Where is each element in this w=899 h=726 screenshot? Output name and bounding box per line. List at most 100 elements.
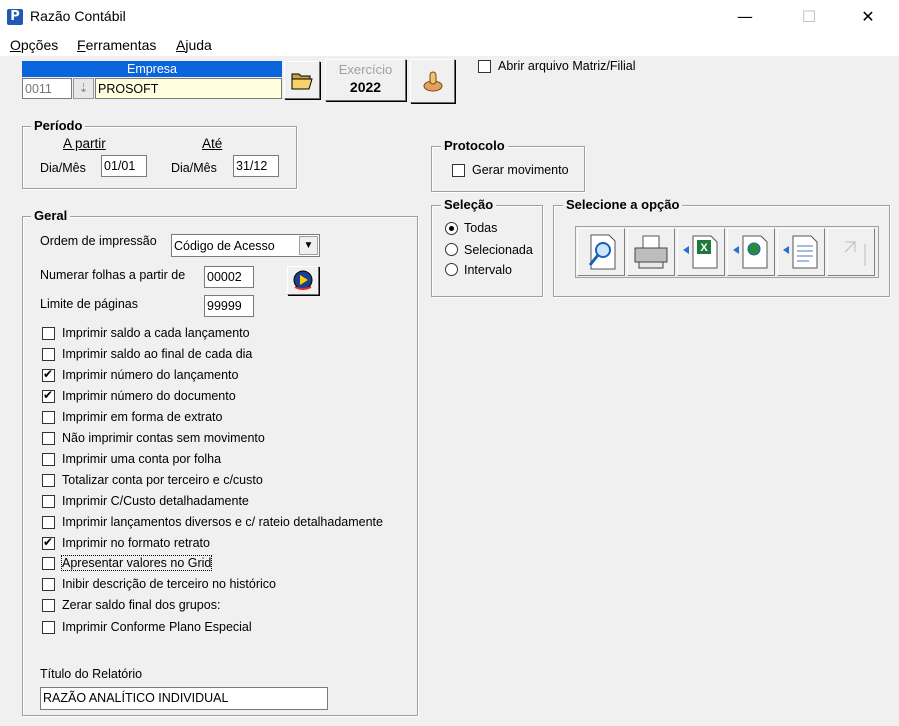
option-checkbox[interactable] <box>42 557 55 570</box>
titulo-field[interactable]: RAZÃO ANALÍTICO INDIVIDUAL <box>40 687 328 710</box>
menu-opcoes[interactable]: Opções <box>10 37 58 53</box>
exercicio-box: Exercício 2022 <box>325 59 406 101</box>
option-checkbox-label: Totalizar conta por terceiro e c/custo <box>62 473 263 487</box>
gerar-movimento-label: Gerar movimento <box>472 163 569 177</box>
option-checkbox[interactable] <box>42 348 55 361</box>
ordem-label: Ordem de impressão <box>40 234 157 248</box>
limite-field[interactable]: 99999 <box>204 295 254 317</box>
option-checkbox[interactable] <box>42 599 55 612</box>
empresa-name-field[interactable]: PROSOFT <box>95 78 282 99</box>
disabled-export-icon <box>844 241 866 266</box>
numerar-field[interactable]: 00002 <box>204 266 254 288</box>
ordem-select[interactable]: Código de Acesso ▼ <box>171 234 320 257</box>
option-checkbox-label: Imprimir número do lançamento <box>62 368 239 382</box>
periodo-from-label: Dia/Mês <box>40 161 86 175</box>
option-checkbox[interactable] <box>42 367 55 382</box>
option-checkbox-label: Apresentar valores no Grid <box>60 555 213 571</box>
option-checkbox-label: Imprimir saldo a cada lançamento <box>62 326 250 340</box>
option-checkbox-label: Inibir descrição de terceiro no históric… <box>62 577 276 591</box>
ordem-select-value: Código de Acesso <box>174 239 275 253</box>
radio-selecionada-label: Selecionada <box>464 243 533 257</box>
document-export-icon <box>783 235 818 269</box>
selecao-title: Seleção <box>441 197 497 212</box>
radio-todas[interactable] <box>445 222 458 235</box>
option-checkbox[interactable] <box>42 578 55 591</box>
periodo-to-label: Dia/Mês <box>171 161 217 175</box>
menu-ajuda[interactable]: Ajuda <box>176 37 212 53</box>
option-checkbox[interactable] <box>42 432 55 445</box>
option-checkbox[interactable] <box>42 388 55 403</box>
empresa-code-field[interactable]: 0011 <box>22 78 72 99</box>
option-checkbox[interactable] <box>42 535 55 550</box>
open-folder-icon <box>291 73 313 90</box>
exercicio-year: 2022 <box>349 79 382 95</box>
menu-ferramentas[interactable]: Ferramentas <box>77 37 156 53</box>
option-checkbox-label: Não imprimir contas sem movimento <box>62 431 265 445</box>
web-export-icon <box>733 235 768 269</box>
title-bar: P Razão Contábil — ☐ ✕ <box>0 0 899 34</box>
option-checkbox-label: Imprimir lançamentos diversos e c/ ratei… <box>62 515 383 529</box>
geral-group <box>22 216 418 716</box>
radio-intervalo[interactable] <box>445 263 458 276</box>
periodo-from-field[interactable]: 01/01 <box>101 155 147 177</box>
numerar-label: Numerar folhas a partir de <box>40 268 186 282</box>
empresa-header: Empresa <box>22 61 282 77</box>
option-checkbox[interactable] <box>42 495 55 508</box>
option-checkbox-label: Imprimir no formato retrato <box>62 536 210 550</box>
option-checkbox[interactable] <box>42 474 55 487</box>
excel-export-button[interactable]: X <box>677 228 725 276</box>
play-arrow-icon <box>293 270 313 290</box>
empresa-lookup-button[interactable]: ⇣ <box>73 78 94 99</box>
printer-icon <box>634 235 668 269</box>
menu-bar: Opções Ferramentas Ajuda <box>0 34 899 56</box>
maximize-button[interactable]: ☐ <box>786 0 832 34</box>
option-checkbox[interactable] <box>42 327 55 340</box>
option-checkbox[interactable] <box>42 621 55 634</box>
chevron-down-icon[interactable]: ▼ <box>299 236 318 255</box>
disabled-export-button[interactable] <box>827 228 875 276</box>
option-checkbox-label: Imprimir em forma de extrato <box>62 410 223 424</box>
titulo-label: Título do Relatório <box>40 667 143 681</box>
periodo-to-field[interactable]: 31/12 <box>233 155 279 177</box>
exercicio-label: Exercício <box>338 62 393 77</box>
protocolo-title: Protocolo <box>441 138 508 153</box>
open-folder-button[interactable] <box>284 61 320 99</box>
settings-button[interactable] <box>410 59 455 103</box>
down-arrow-icon: ⇣ <box>78 81 89 95</box>
app-icon: P <box>7 9 23 25</box>
option-checkbox[interactable] <box>42 453 55 466</box>
option-checkbox[interactable] <box>42 516 55 529</box>
option-checkbox-label: Zerar saldo final dos grupos: <box>62 598 221 612</box>
option-buttons-strip: X <box>575 226 879 278</box>
option-checkbox-label: Imprimir saldo ao final de cada dia <box>62 347 253 361</box>
radio-todas-label: Todas <box>464 221 498 235</box>
matriz-filial-label: Abrir arquivo Matriz/Filial <box>498 59 636 73</box>
print-button[interactable] <box>627 228 675 276</box>
gerar-movimento-checkbox[interactable] <box>452 164 465 177</box>
excel-export-icon: X <box>683 235 718 269</box>
periodo-from-header: A partir <box>63 136 106 151</box>
option-checkbox-label: Imprimir C/Custo detalhadamente <box>62 494 249 508</box>
web-export-button[interactable] <box>727 228 775 276</box>
radio-intervalo-label: Intervalo <box>464 263 512 277</box>
option-checkbox-label: Imprimir Conforme Plano Especial <box>62 620 252 634</box>
minimize-button[interactable]: — <box>722 0 768 34</box>
option-checkbox[interactable] <box>42 411 55 424</box>
periodo-to-header: Até <box>202 136 223 151</box>
option-checkbox-label: Imprimir número do documento <box>62 389 236 403</box>
radio-selecionada[interactable] <box>445 243 458 256</box>
numerar-action-button[interactable] <box>287 266 319 295</box>
preview-icon <box>588 234 616 270</box>
preview-button[interactable] <box>577 228 625 276</box>
geral-title: Geral <box>31 208 71 223</box>
selecione-opcao-title: Selecione a opção <box>563 197 683 212</box>
pointer-hand-icon <box>423 71 443 92</box>
limite-label: Limite de páginas <box>40 297 138 311</box>
matriz-filial-checkbox[interactable] <box>478 60 491 73</box>
svg-text:X: X <box>700 242 708 254</box>
periodo-title: Período <box>31 118 86 133</box>
window-title: Razão Contábil <box>30 8 126 24</box>
close-button[interactable]: ✕ <box>845 0 891 34</box>
option-checkbox-label: Imprimir uma conta por folha <box>62 452 222 466</box>
document-export-button[interactable] <box>777 228 825 276</box>
